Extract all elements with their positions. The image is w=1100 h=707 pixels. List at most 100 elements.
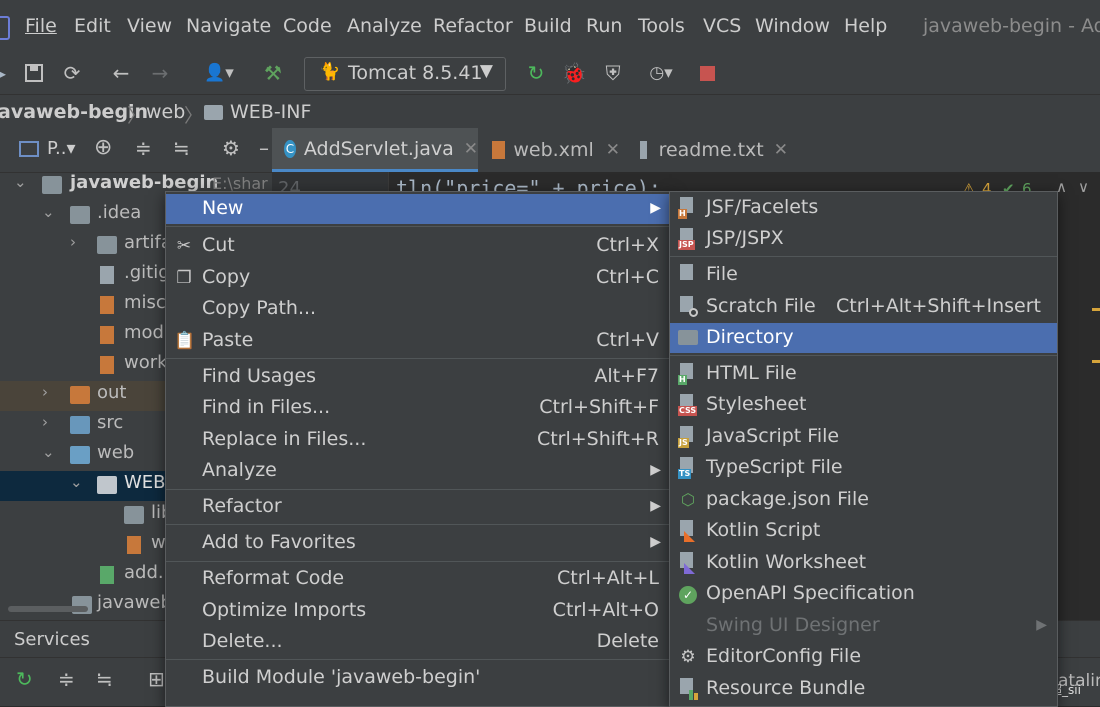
ts-file-icon: TS	[678, 457, 696, 479]
close-icon[interactable]: ✕	[606, 140, 620, 160]
folder-icon	[97, 236, 117, 254]
folder-icon	[204, 105, 223, 120]
menu-item-analyze[interactable]: Analyze ▶	[166, 456, 671, 486]
menu-item-cut[interactable]: ✂ Cut Ctrl+X	[166, 231, 671, 261]
menu-item-build-module[interactable]: Build Module 'javaweb-begin'	[166, 663, 671, 693]
menu-edit[interactable]: Edit	[74, 15, 111, 37]
user-dropdown-icon[interactable]: 👤▾	[196, 58, 242, 88]
run-config-label: Tomcat 8.5.41	[348, 62, 483, 84]
save-all-icon[interactable]	[19, 58, 49, 88]
menu-item-find-usages[interactable]: Find Usages Alt+F7	[166, 362, 671, 392]
chevron-down-icon: ⌄	[42, 203, 55, 221]
menu-build[interactable]: Build	[524, 15, 572, 37]
back-arrow-icon[interactable]: ←	[106, 58, 136, 88]
module-folder-icon	[42, 176, 62, 194]
menu-item-copy-path[interactable]: Copy Path...	[166, 294, 671, 324]
menu-item-jsf-facelets[interactable]: H JSF/Facelets	[670, 193, 1057, 223]
context-menu: New ▶ ✂ Cut Ctrl+X ❐ Copy Ctrl+C Copy Pa…	[165, 191, 672, 707]
xml-file-icon	[100, 326, 114, 344]
menu-run[interactable]: Run	[586, 15, 622, 37]
close-icon[interactable]: ✕	[464, 139, 478, 159]
menu-navigate[interactable]: Navigate	[186, 15, 271, 37]
expand-all-icon[interactable]: ≑	[58, 667, 75, 691]
breadcrumb-web-inf[interactable]: WEB-INF	[230, 101, 311, 123]
collapse-all-icon[interactable]: ≒	[96, 667, 113, 691]
gear-icon[interactable]: ⚙	[222, 136, 240, 160]
menu-item-jsp[interactable]: JSP JSP/JSPX	[670, 224, 1057, 254]
menu-item-kotlin-worksheet[interactable]: Kotlin Worksheet	[670, 548, 1057, 578]
xml-file-icon	[492, 141, 506, 159]
menu-item-reformat-code[interactable]: Reformat Code Ctrl+Alt+L	[166, 564, 671, 594]
menu-item-html-file[interactable]: H HTML File	[670, 359, 1057, 389]
css-file-icon: CSS	[678, 394, 698, 416]
menu-item-copy[interactable]: ❐ Copy Ctrl+C	[166, 263, 671, 293]
openapi-icon: ✓	[678, 584, 698, 604]
menu-item-find-in-files[interactable]: Find in Files... Ctrl+Shift+F	[166, 393, 671, 423]
tab-addservlet[interactable]: C AddServlet.java ✕	[272, 128, 478, 172]
build-hammer-icon[interactable]: ⚒	[258, 58, 288, 88]
breadcrumb-separator: 〉	[184, 105, 204, 127]
menu-vcs[interactable]: VCS	[703, 15, 741, 37]
menu-analyze[interactable]: Analyze	[347, 15, 422, 37]
html-file-icon: H	[678, 197, 696, 219]
menu-item-scratch-file[interactable]: Scratch File Ctrl+Alt+Shift+Insert	[670, 292, 1057, 322]
tab-readme[interactable]: readme.txt ✕	[628, 128, 788, 172]
menu-item-optimize-imports[interactable]: Optimize Imports Ctrl+Alt+O	[166, 596, 671, 626]
hide-panel-icon[interactable]: –	[259, 136, 269, 160]
menu-item-add-to-favorites[interactable]: Add to Favorites ▶	[166, 528, 671, 558]
menu-tools[interactable]: Tools	[638, 15, 685, 37]
menu-window[interactable]: Window	[755, 15, 830, 37]
error-stripe-mark	[1092, 308, 1100, 311]
run-config-select[interactable]: 🐈 Tomcat 8.5.41 ▼	[304, 57, 506, 91]
menu-item-refactor[interactable]: Refactor ▶	[166, 492, 671, 522]
stop-icon[interactable]	[692, 58, 722, 88]
html-file-icon	[100, 566, 114, 584]
menu-code[interactable]: Code	[283, 15, 332, 37]
rerun-icon[interactable]: ↻	[521, 58, 551, 88]
chevron-down-icon[interactable]: ∨	[1078, 178, 1089, 196]
folder-icon	[678, 330, 698, 345]
menu-item-resource-bundle[interactable]: Resource Bundle	[670, 674, 1057, 704]
sync-icon[interactable]: ⟳	[57, 58, 87, 88]
locate-icon[interactable]: ⊕	[94, 135, 112, 160]
breadcrumb-project[interactable]: avaweb-begin	[0, 101, 148, 123]
submenu-arrow-icon: ▶	[650, 534, 661, 550]
menu-item-directory[interactable]: Directory	[670, 323, 1057, 353]
open-icon[interactable]: ▸	[0, 58, 16, 88]
profile-icon[interactable]: ◷▾	[636, 58, 686, 88]
rerun-icon[interactable]: ↻	[16, 667, 33, 691]
menu-item-openapi[interactable]: ✓ OpenAPI Specification	[670, 579, 1057, 609]
menu-item-delete[interactable]: Delete... Delete	[166, 627, 671, 657]
submenu-arrow-icon: ▶	[650, 498, 661, 514]
menu-item-file[interactable]: File	[670, 260, 1057, 290]
project-view-select[interactable]: P..▾	[47, 138, 76, 159]
class-icon: C	[284, 139, 296, 158]
chevron-right-icon: ›	[42, 383, 48, 401]
menu-item-package-json[interactable]: ⬡ package.json File	[670, 485, 1057, 515]
resource-bundle-icon	[678, 678, 698, 700]
debug-bug-icon[interactable]: 🐞	[559, 58, 589, 88]
menu-item-swing-ui-designer[interactable]: Swing UI Designer ▶	[670, 611, 1057, 641]
menu-item-editorconfig[interactable]: ⚙ EditorConfig File	[670, 642, 1057, 672]
menu-help[interactable]: Help	[844, 15, 887, 37]
scissors-icon: ✂	[176, 236, 192, 256]
forward-arrow-icon[interactable]: →	[145, 58, 175, 88]
coverage-icon[interactable]: ⛨	[598, 58, 628, 88]
menu-item-javascript-file[interactable]: JS JavaScript File	[670, 422, 1057, 452]
menu-view[interactable]: View	[127, 15, 172, 37]
menu-item-paste[interactable]: 📋 Paste Ctrl+V	[166, 326, 671, 356]
menu-item-replace-in-files[interactable]: Replace in Files... Ctrl+Shift+R	[166, 425, 671, 455]
group-icon[interactable]: ⊞	[148, 667, 165, 691]
breadcrumb-web[interactable]: web	[146, 101, 185, 123]
menu-item-kotlin-script[interactable]: Kotlin Script	[670, 516, 1057, 546]
menu-item-typescript-file[interactable]: TS TypeScript File	[670, 453, 1057, 483]
menu-refactor[interactable]: Refactor	[433, 15, 513, 37]
expand-all-icon[interactable]: ≑	[135, 136, 152, 160]
menu-item-stylesheet[interactable]: CSS Stylesheet	[670, 390, 1057, 420]
collapse-all-icon[interactable]: ≒	[173, 136, 190, 160]
menu-item-new[interactable]: New ▶	[166, 194, 671, 224]
tab-web-xml[interactable]: web.xml ✕	[480, 128, 620, 172]
horizontal-scrollbar[interactable]	[8, 606, 88, 612]
menu-file[interactable]: File	[25, 15, 57, 37]
close-icon[interactable]: ✕	[774, 140, 788, 160]
